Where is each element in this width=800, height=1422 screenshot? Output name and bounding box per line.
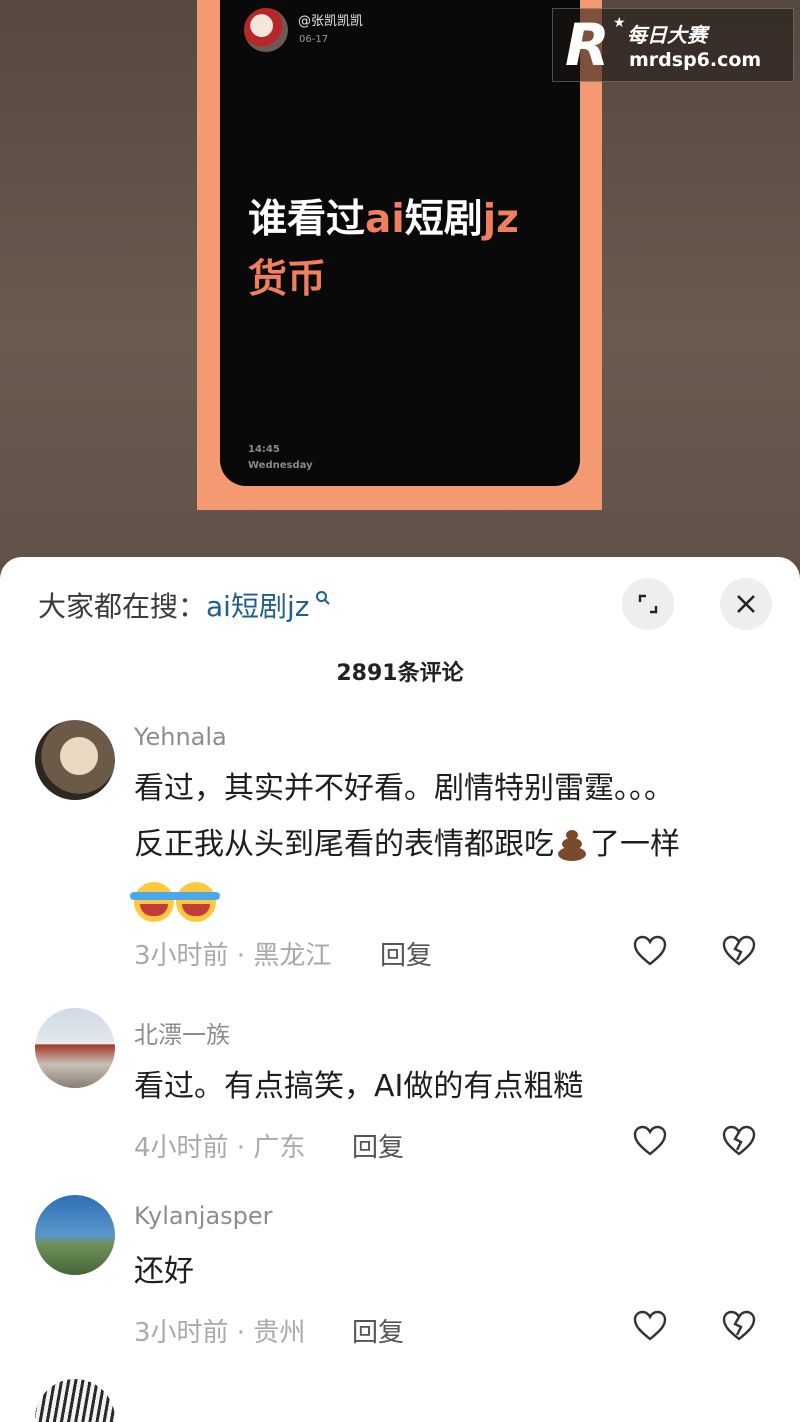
broken-heart-icon[interactable] xyxy=(721,933,757,969)
comment-username[interactable]: 北漂一族 xyxy=(134,1015,230,1050)
comments-sheet: 大家都在搜：ai短剧jz 2891条评论 Yehnala 看过，其实并不好看。剧… xyxy=(0,557,800,1422)
reply-button[interactable]: 回复 xyxy=(380,935,432,972)
broken-heart-icon[interactable] xyxy=(721,1123,757,1159)
comment-avatar[interactable] xyxy=(35,1008,115,1088)
broken-heart-icon[interactable] xyxy=(721,1308,757,1344)
comment-meta: 4小时前 · 广东 xyxy=(134,1133,306,1163)
reply-button[interactable]: 回复 xyxy=(352,1312,404,1349)
search-prefix: 大家都在搜： xyxy=(38,590,207,623)
headline-accent: jz xyxy=(482,197,519,242)
logo-mark: R xyxy=(565,11,610,79)
comment-line: 看过，其实并不好看。剧情特别雷霆。。。 xyxy=(134,771,674,806)
watermark-site: mrdsp6.com xyxy=(629,49,762,71)
close-icon xyxy=(737,595,755,613)
comment-count: 2891条评论 xyxy=(336,661,464,686)
comment-text: 还好 xyxy=(134,1254,194,1289)
comment-line-part: 了一样 xyxy=(590,827,680,862)
logo-star-icon: ★ xyxy=(613,15,626,31)
headline-part: 短剧 xyxy=(404,197,483,242)
heart-icon[interactable] xyxy=(632,933,668,969)
watermark-logo: R ★ 每日大赛 mrdsp6.com xyxy=(552,8,794,82)
reply-button[interactable]: 回复 xyxy=(352,1127,404,1164)
close-button[interactable] xyxy=(720,578,772,630)
comment-line-part: 反正我从头到尾看的表情都跟吃 xyxy=(134,827,554,862)
expand-button[interactable] xyxy=(622,578,674,630)
comment-avatar[interactable] xyxy=(35,1195,115,1275)
comment-text: 看过，其实并不好看。剧情特别雷霆。。。 反正我从头到尾看的表情都跟吃 了一样 xyxy=(130,761,754,929)
headline-accent: ai xyxy=(365,197,405,242)
comment-avatar[interactable] xyxy=(35,1379,115,1422)
author-avatar xyxy=(244,8,288,52)
post-time: 14:45 xyxy=(248,444,280,455)
headline-part: 谁看过 xyxy=(248,197,366,242)
post-headline: 谁看过ai短剧jz 货币 xyxy=(248,190,568,310)
post-card: @张凯凯凯 06-17 谁看过ai短剧jz 货币 14:45 Wednesday xyxy=(220,0,580,486)
heart-icon[interactable] xyxy=(632,1308,668,1344)
author-username: @张凯凯凯 xyxy=(298,14,364,29)
expand-icon xyxy=(638,594,658,614)
heart-icon[interactable] xyxy=(632,1123,668,1159)
post-weekday: Wednesday xyxy=(248,460,313,471)
watermark-brand: 每日大赛 xyxy=(627,23,707,47)
search-suggestion[interactable]: 大家都在搜：ai短剧jz xyxy=(38,585,331,625)
headline-accent: 货币 xyxy=(248,257,327,302)
post-date: 06-17 xyxy=(299,34,329,45)
comment-meta: 3小时前 · 黑龙江 xyxy=(134,941,332,971)
comment-avatar[interactable] xyxy=(35,720,115,800)
comment-line: 反正我从头到尾看的表情都跟吃 了一样 xyxy=(134,817,754,873)
comment-line xyxy=(130,873,754,929)
comment-username[interactable]: Yehnala xyxy=(134,723,227,751)
crying-laughing-emoji xyxy=(172,881,220,922)
search-keyword-link[interactable]: ai短剧jz xyxy=(206,590,309,623)
poop-emoji xyxy=(554,829,590,863)
crying-laughing-emoji xyxy=(130,881,178,922)
comment-username[interactable]: Kylanjasper xyxy=(134,1202,273,1230)
search-icon xyxy=(309,590,331,611)
comment-text: 看过。有点搞笑，AI做的有点粗糙 xyxy=(134,1069,584,1104)
comment-meta: 3小时前 · 贵州 xyxy=(134,1318,306,1348)
